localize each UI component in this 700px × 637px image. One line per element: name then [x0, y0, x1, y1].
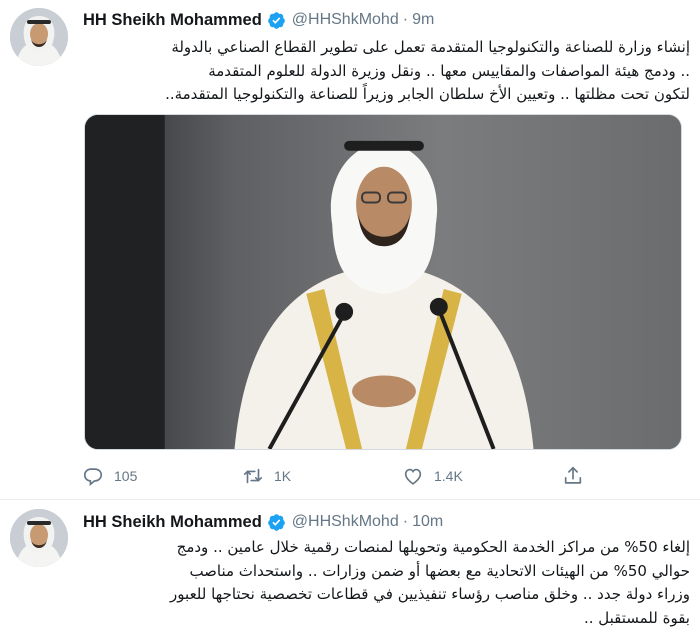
tweet-header: HH Sheikh Mohammed @HHShkMohd · 9m [83, 9, 434, 31]
like-count: 1.4K [434, 468, 463, 484]
reply-icon [82, 465, 104, 487]
tweet-timestamp[interactable]: 10m [412, 513, 443, 531]
avatar[interactable] [10, 8, 68, 66]
tweet-actions: 105 1K 1.4K [82, 463, 602, 489]
author-handle[interactable]: @HHShkMohd [292, 11, 399, 29]
tweet-timestamp[interactable]: 9m [412, 11, 434, 29]
author-name[interactable]: HH Sheikh Mohammed [83, 11, 262, 30]
separator-dot: · [402, 513, 409, 530]
tweet-photo[interactable] [84, 114, 682, 450]
retweet-button[interactable]: 1K [242, 463, 291, 489]
verified-badge-icon [267, 11, 286, 30]
tweet-text-line: .. ودمج هيئة المواصفات والمقاييس معها ..… [208, 61, 690, 80]
tweet-text-line: لتكون تحت مظلتها .. وتعيين الأخ سلطان ال… [165, 85, 690, 103]
tweet-text-line: وزراء دولة جدد .. وخلق مناصب رؤساء تنفيذ… [170, 585, 690, 603]
tweet-text-line: إلغاء 50% من مراكز الخدمة الحكومية وتحوي… [176, 538, 690, 556]
retweet-icon [242, 465, 264, 487]
tweet[interactable]: HH Sheikh Mohammed @HHShkMohd · 10m إلغا… [0, 500, 700, 637]
tweet-header: HH Sheikh Mohammed @HHShkMohd · 10m [83, 511, 443, 533]
retweet-count: 1K [274, 468, 292, 484]
share-button[interactable] [562, 463, 594, 489]
like-button[interactable]: 1.4K [402, 463, 463, 489]
separator-dot: · [402, 11, 409, 28]
author-name[interactable]: HH Sheikh Mohammed [83, 513, 262, 532]
tweet-text-line: حوالي 50% من الهيئات الاتحادية مع بعضها … [189, 561, 690, 580]
tweet-text: إنشاء وزارة للصناعة والتكنولوجيا المتقدم… [84, 36, 690, 107]
verified-badge-icon [267, 513, 286, 532]
reply-count: 105 [114, 468, 138, 484]
reply-button[interactable]: 105 [82, 463, 137, 489]
author-handle[interactable]: @HHShkMohd [292, 513, 399, 531]
avatar[interactable] [10, 509, 68, 567]
tweet-text-line: إنشاء وزارة للصناعة والتكنولوجيا المتقدم… [171, 38, 690, 56]
heart-icon [402, 465, 424, 487]
tweet[interactable]: HH Sheikh Mohammed @HHShkMohd · 9m إنشاء… [0, 0, 700, 500]
tweet-text: إلغاء 50% من مراكز الخدمة الحكومية وتحوي… [84, 536, 690, 630]
share-icon [562, 465, 584, 487]
tweet-text-line: بقوة للمستقبل .. [583, 608, 690, 627]
